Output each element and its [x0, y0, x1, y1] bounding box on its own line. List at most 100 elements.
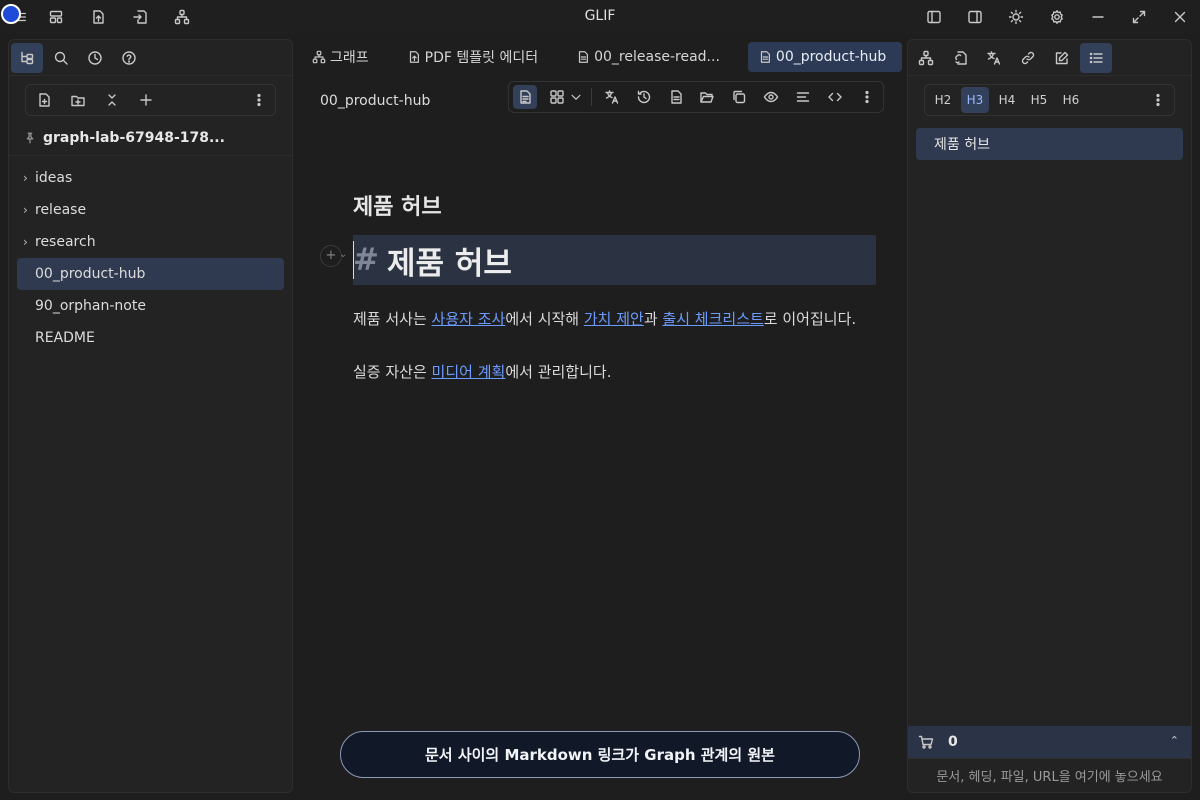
link-user-research[interactable]: 사용자 조사: [432, 310, 506, 328]
tab-edit[interactable]: [1046, 43, 1078, 73]
left-sidebar-icon: [927, 10, 941, 24]
file-tree-icon: [21, 51, 34, 64]
minimize-button[interactable]: [1084, 3, 1112, 31]
help-icon: [122, 50, 136, 65]
open-folder-button[interactable]: [696, 85, 720, 109]
tab-backlinks[interactable]: [944, 43, 976, 73]
drop-zone[interactable]: 문서, 헤딩, 파일, URL을 여기에 놓으세요: [908, 758, 1191, 792]
plus-icon: [140, 94, 152, 106]
translate-icon: [987, 50, 1001, 65]
tab-graph[interactable]: 그래프: [302, 42, 379, 72]
tab-links[interactable]: [1012, 43, 1044, 73]
cart-bar[interactable]: 0 ⌃: [908, 726, 1191, 758]
preview-button[interactable]: [759, 85, 783, 109]
layout-button[interactable]: [42, 3, 70, 31]
close-icon: [1174, 11, 1186, 23]
text-caret: [353, 241, 354, 279]
graph-icon: [174, 9, 190, 25]
paragraph: 실증 자산은 미디어 계획에서 관리합니다.: [353, 362, 876, 382]
active-heading-line[interactable]: + ⌄ # 제품 허브: [320, 235, 876, 285]
translate-button[interactable]: [600, 85, 624, 109]
tab-release-readme[interactable]: 00_release-read...: [566, 42, 730, 72]
source-code-button[interactable]: [823, 85, 847, 109]
collapse-icon: [108, 94, 116, 106]
new-folder-icon: [71, 95, 85, 107]
markdown-editor[interactable]: 제품 허브 + ⌄ # 제품 허브 제품 서사는 사용자 조사에서 시작해 가치…: [320, 189, 876, 382]
maximize-button[interactable]: [1125, 3, 1153, 31]
file-import-icon: [133, 10, 147, 24]
menu-button[interactable]: [0, 3, 28, 31]
tab-file-tree[interactable]: [11, 42, 43, 73]
theme-toggle-button[interactable]: [1002, 3, 1030, 31]
title-bar: GLIF: [0, 0, 1200, 34]
tab-translate[interactable]: [978, 43, 1010, 73]
vault-name: graph-lab-67948-178...: [43, 129, 225, 146]
document-info-button[interactable]: [664, 85, 688, 109]
history-button[interactable]: [632, 85, 656, 109]
doc-more-button[interactable]: [855, 85, 879, 109]
edit-icon: [1055, 51, 1069, 64]
more-options-button[interactable]: [247, 88, 271, 112]
file-link-icon: [955, 50, 967, 65]
tab-product-hub[interactable]: 00_product-hub: [747, 42, 902, 72]
tab-pdf-template-editor[interactable]: PDF 템플릿 에디터: [397, 42, 548, 72]
outline-more-button[interactable]: [1146, 88, 1170, 112]
tree-file-90-orphan-note[interactable]: 90_orphan-note: [17, 290, 284, 322]
tree-file-00-product-hub[interactable]: 00_product-hub: [17, 258, 284, 290]
document-icon: [520, 90, 531, 104]
heading-level-h5[interactable]: H5: [1025, 87, 1053, 113]
tree-folder-release[interactable]: › release: [17, 194, 284, 226]
tab-outline[interactable]: [1080, 42, 1112, 73]
layout-icon: [49, 10, 63, 24]
graph-view-button[interactable]: [168, 3, 196, 31]
search-icon: [54, 51, 68, 65]
folder-open-icon: [700, 92, 715, 103]
paragraph-text: 에서 관리합니다.: [505, 363, 612, 381]
expand-icon: [1132, 10, 1146, 24]
chevron-down-icon: [571, 94, 581, 100]
link-value-proposition[interactable]: 가치 제안: [584, 310, 644, 328]
copy-button[interactable]: [727, 85, 751, 109]
heading-level-h6[interactable]: H6: [1057, 87, 1085, 113]
tree-item-label: 90_orphan-note: [35, 298, 146, 314]
vault-header[interactable]: graph-lab-67948-178...: [9, 120, 292, 156]
export-button[interactable]: [84, 3, 112, 31]
heading-level-h4[interactable]: H4: [993, 87, 1021, 113]
close-button[interactable]: [1166, 3, 1194, 31]
graph-icon: [918, 50, 934, 65]
link-launch-checklist[interactable]: 출시 체크리스트: [662, 310, 763, 328]
tree-file-readme[interactable]: README: [17, 322, 284, 354]
heading-level-h3[interactable]: H3: [961, 87, 989, 113]
pin-icon: [26, 132, 34, 143]
view-dropdown-button[interactable]: [569, 85, 583, 109]
link-media-plan[interactable]: 미디어 계획: [432, 363, 506, 381]
cursor-indicator: [1, 4, 21, 24]
chevron-up-icon[interactable]: ⌃: [1170, 734, 1179, 747]
tree-folder-research[interactable]: › research: [17, 226, 284, 258]
tab-history[interactable]: [79, 43, 111, 73]
fold-chevron-icon[interactable]: ⌄: [339, 249, 347, 260]
toggle-left-sidebar-button[interactable]: [920, 3, 948, 31]
add-button[interactable]: [134, 88, 158, 112]
file-tree: › ideas › release › research 00_product-…: [9, 156, 292, 360]
import-button[interactable]: [126, 3, 154, 31]
tab-local-graph[interactable]: [910, 43, 942, 73]
document-view-button[interactable]: [513, 85, 537, 109]
pdf-file-icon: [409, 51, 419, 63]
tab-help[interactable]: [113, 43, 145, 73]
toggle-right-sidebar-button[interactable]: [961, 3, 989, 31]
heading-level-h2[interactable]: H2: [929, 87, 957, 113]
settings-button[interactable]: [1043, 3, 1071, 31]
grid-view-button[interactable]: [545, 85, 569, 109]
minimize-icon: [1092, 16, 1104, 18]
tab-search[interactable]: [45, 43, 77, 73]
collapse-all-button[interactable]: [100, 88, 124, 112]
cart-count: 0: [948, 734, 958, 750]
file-tree-toolbar: [25, 84, 276, 116]
outline-item[interactable]: 제품 허브: [916, 128, 1183, 160]
new-file-button[interactable]: [32, 88, 56, 112]
align-button[interactable]: [791, 85, 815, 109]
file-upload-icon: [93, 10, 104, 24]
tree-folder-ideas[interactable]: › ideas: [17, 162, 284, 194]
new-folder-button[interactable]: [66, 88, 90, 112]
